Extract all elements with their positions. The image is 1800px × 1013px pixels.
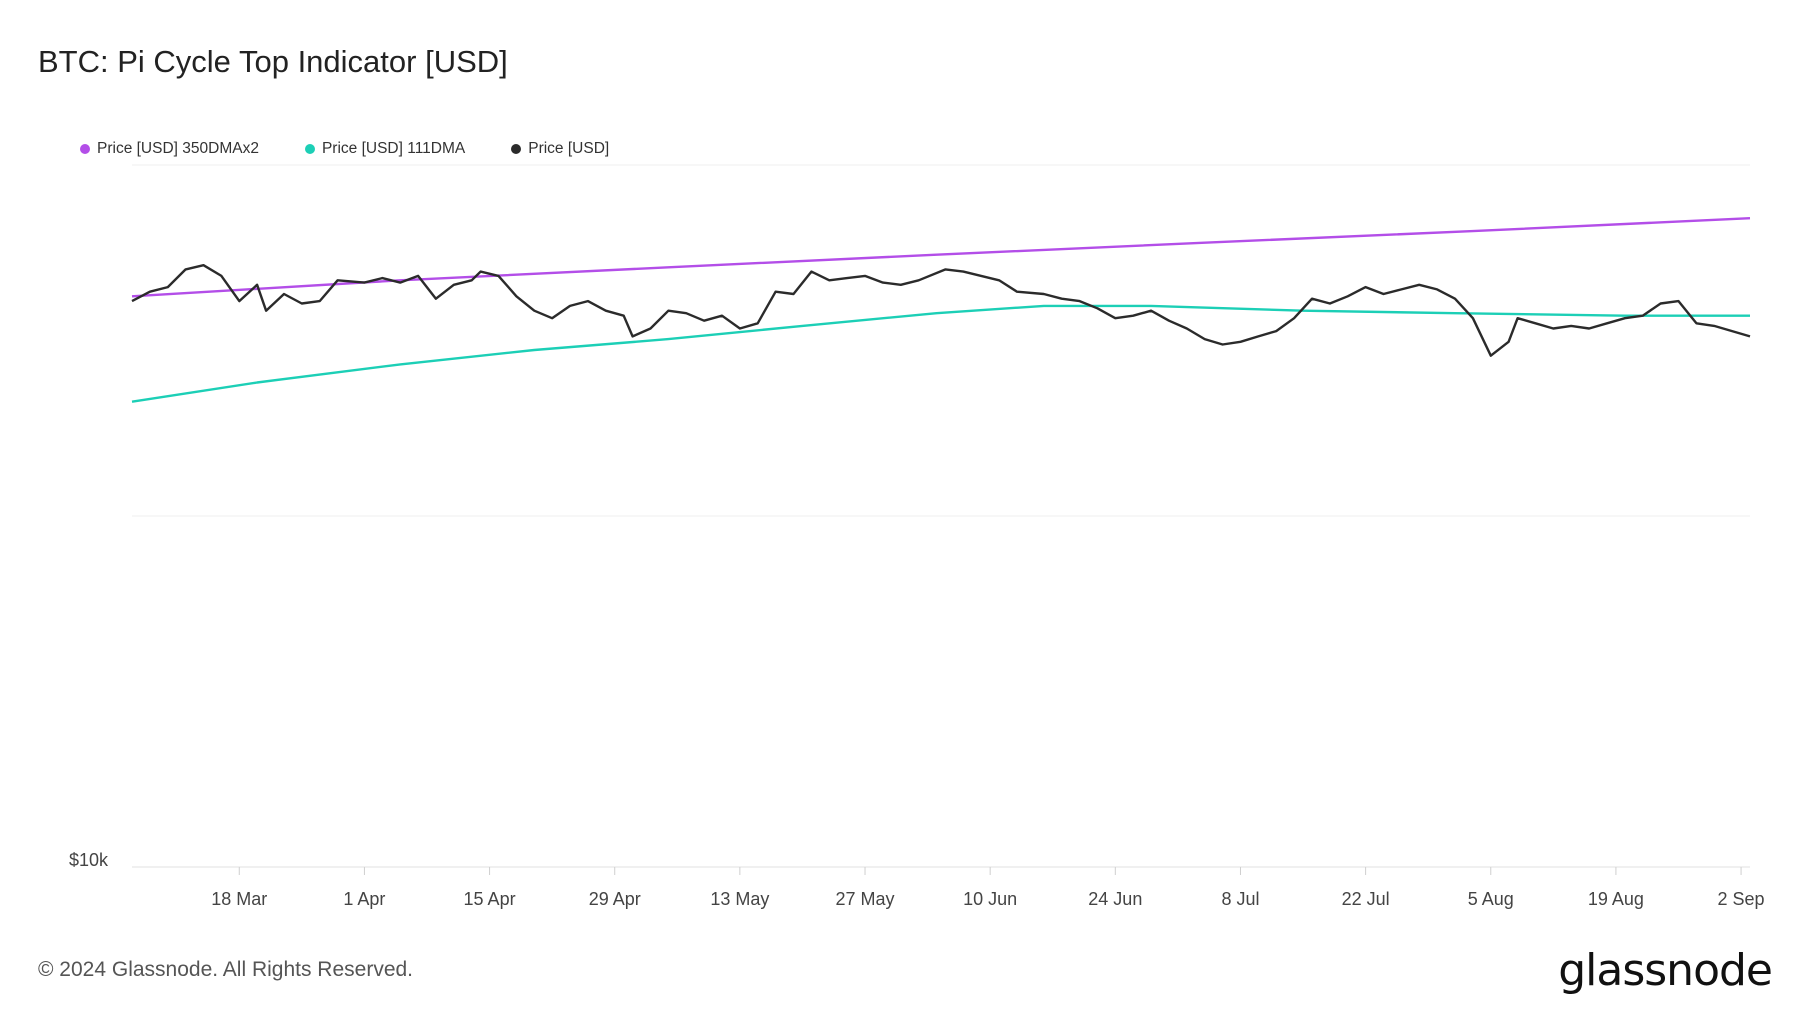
x-tick-label: 1 Apr [343, 889, 385, 909]
series-line-350dmax2[interactable] [131, 217, 1751, 298]
copyright-footer: © 2024 Glassnode. All Rights Reserved. [38, 958, 414, 981]
x-tick-label: 8 Jul [1221, 889, 1259, 909]
x-tick-label: 24 Jun [1088, 889, 1142, 909]
x-tick-label: 13 May [710, 889, 769, 909]
x-tick-label: 5 Aug [1468, 889, 1514, 909]
x-tick-label: 15 Apr [464, 889, 516, 909]
x-tick-label: 27 May [836, 889, 895, 909]
x-tick-label: 29 Apr [589, 889, 641, 909]
chart-plot-area[interactable]: 18 Mar 1 Apr 15 Apr 29 Apr 13 May 27 May 10 Ju… [0, 0, 1800, 1013]
y-axis: $10k [69, 850, 109, 870]
series-lines [131, 217, 1751, 403]
series-line-111dma[interactable] [131, 304, 1750, 403]
x-tick-label: 22 Jul [1342, 889, 1390, 909]
x-axis: 18 Mar 1 Apr 15 Apr 29 Apr 13 May 27 May 10 Ju… [211, 867, 1765, 909]
y-tick-label: $10k [69, 850, 109, 870]
series-line-price[interactable] [131, 264, 1751, 357]
x-tick-label: 19 Aug [1588, 889, 1644, 909]
glassnode-logo: glassnode [1558, 945, 1773, 996]
x-tick-label: 2 Sep [1718, 889, 1765, 909]
x-tick-label: 10 Jun [963, 889, 1017, 909]
x-tick-label: 18 Mar [211, 889, 267, 909]
